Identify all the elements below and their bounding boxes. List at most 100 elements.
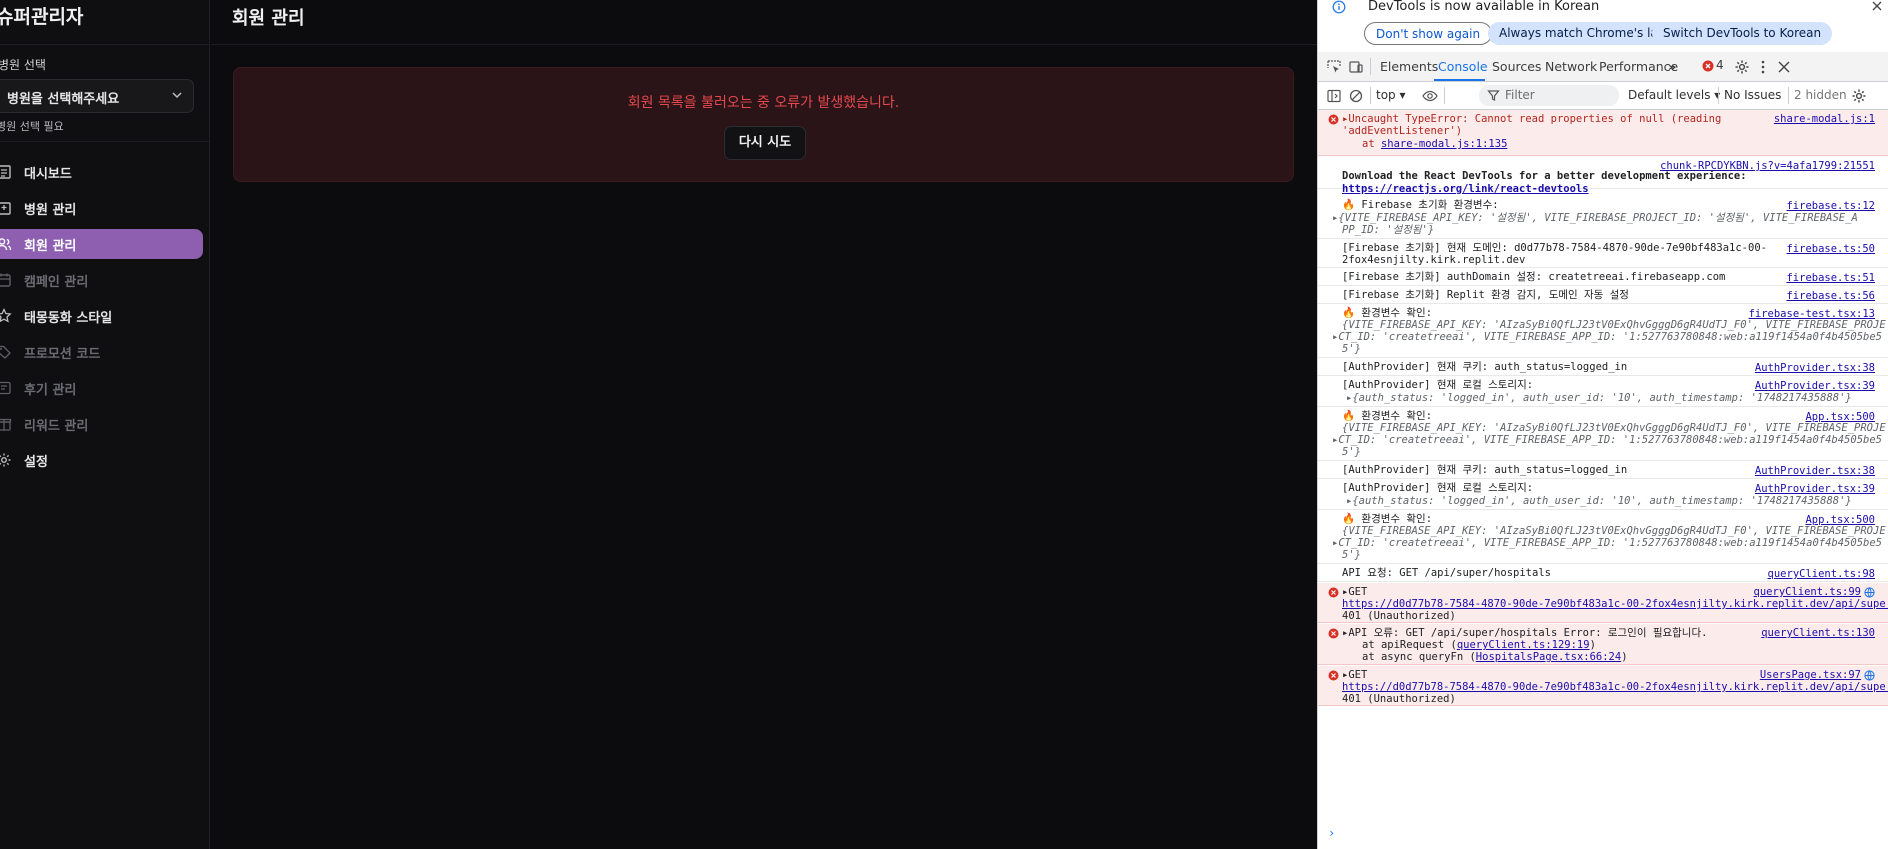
- console-error-message[interactable]: ▸GET https://d0d77b78-7584-4870-90de-7e9…: [1318, 583, 1888, 623]
- console-object: {VITE_FIREBASE_API_KEY: 'AIzaSyBi0QfLJ23…: [1342, 319, 1886, 331]
- source-link[interactable]: App.tsx:500: [1805, 514, 1875, 526]
- console-log-message: [Firebase 초기화] authDomain 설정: createtree…: [1318, 269, 1888, 286]
- page-title: 회원 관리: [232, 8, 305, 29]
- error-icon: [1328, 114, 1339, 125]
- console-text: Firebase 초기화 환경변수:: [1361, 199, 1499, 211]
- filter-input[interactable]: Filter: [1479, 85, 1619, 106]
- tab-sources[interactable]: Sources: [1492, 59, 1541, 74]
- console-object[interactable]: CT_ID: 'createtreeai', VITE_FIREBASE_APP…: [1338, 331, 1882, 343]
- request-url-link[interactable]: https://d0d77b78-7584-4870-90de-7e90bf48…: [1342, 598, 1888, 611]
- source-link[interactable]: firebase.ts:56: [1786, 290, 1875, 302]
- app-window: 슈퍼관리자 병원 선택 병원을 선택해주세요 병원 선택 필요 대시보드 병원 …: [0, 0, 1317, 849]
- console-settings-icon[interactable]: [1851, 88, 1867, 104]
- console-error-message[interactable]: ▸Uncaught TypeError: Cannot read propert…: [1318, 110, 1888, 156]
- request-url-link[interactable]: https://d0d77b78-7584-4870-90de-7e90bf48…: [1342, 681, 1888, 694]
- sidebar-item-dashboard[interactable]: 대시보드: [0, 157, 203, 187]
- issues-button[interactable]: No Issues: [1724, 88, 1781, 102]
- retry-button[interactable]: 다시 시도: [724, 126, 806, 160]
- clear-console-icon[interactable]: [1348, 88, 1364, 104]
- notice-text: DevTools is now available in Korean: [1368, 0, 1600, 14]
- source-link[interactable]: firebase.ts:50: [1786, 243, 1875, 255]
- error-count-badge[interactable]: 4: [1716, 58, 1724, 72]
- source-link[interactable]: App.tsx:500: [1805, 411, 1875, 423]
- inspect-icon[interactable]: [1326, 59, 1342, 75]
- network-icon[interactable]: [1864, 587, 1875, 598]
- sidebar-toggle-icon[interactable]: [1326, 88, 1342, 104]
- source-link[interactable]: AuthProvider.tsx:38: [1755, 362, 1875, 374]
- review-icon: [0, 381, 11, 395]
- device-toolbar-icon[interactable]: [1348, 59, 1364, 75]
- console-object: PP_ID: '설정됨'}: [1342, 224, 1435, 236]
- tab-elements[interactable]: Elements: [1380, 59, 1438, 74]
- tab-performance[interactable]: Performance: [1599, 59, 1678, 74]
- tab-network[interactable]: Network: [1545, 59, 1597, 74]
- hospital-select[interactable]: 병원을 선택해주세요: [0, 79, 194, 113]
- source-link[interactable]: AuthProvider.tsx:39: [1755, 380, 1875, 392]
- language-notice: DevTools is now available in Korean Don'…: [1318, 0, 1888, 50]
- source-link[interactable]: queryClient.ts:99: [1754, 586, 1861, 598]
- console-object[interactable]: {auth_status: 'logged_in', auth_user_id:…: [1352, 495, 1851, 507]
- console-object[interactable]: {auth_status: 'logged_in', auth_user_id:…: [1352, 392, 1851, 404]
- source-link[interactable]: AuthProvider.tsx:39: [1755, 483, 1875, 495]
- sidebar-item-promo-codes[interactable]: 프로모션 코드: [0, 337, 203, 367]
- network-icon[interactable]: [1864, 670, 1875, 681]
- error-icon: [1328, 587, 1339, 598]
- source-link[interactable]: firebase-test.tsx:13: [1749, 308, 1875, 320]
- console-error-message[interactable]: ▸API 오류: GET /api/super/hospitals Error:…: [1318, 624, 1888, 665]
- stack-link[interactable]: HospitalsPage.tsx:66:24: [1476, 651, 1621, 663]
- sidebar-item-settings[interactable]: 설정: [0, 445, 203, 475]
- console-log-message: 🔥 Firebase 초기화 환경변수: ▸{VITE_FIREBASE_API…: [1318, 197, 1888, 239]
- sidebar-item-label: 설정: [24, 454, 48, 470]
- log-levels-select[interactable]: Default levels ▾: [1628, 88, 1720, 102]
- error-icon: [1328, 670, 1339, 681]
- console-text: [Firebase 초기화] 현재 도메인: d0d77b78-7584-487…: [1342, 242, 1767, 254]
- console-text: [AuthProvider] 현재 쿠키: auth_status=logged…: [1342, 361, 1628, 373]
- stack-link[interactable]: share-modal.js:1:135: [1381, 138, 1507, 150]
- kebab-menu-icon[interactable]: [1755, 59, 1771, 75]
- sidebar-item-styles[interactable]: 태몽동화 스타일: [0, 301, 203, 331]
- switch-korean-button[interactable]: Switch DevTools to Korean: [1652, 22, 1833, 45]
- sidebar-item-label: 캠페인 관리: [24, 274, 89, 290]
- console-object[interactable]: CT_ID: 'createtreeai', VITE_FIREBASE_APP…: [1338, 537, 1882, 549]
- more-tabs-icon[interactable]: »: [1668, 59, 1676, 74]
- hospital-help-text: 병원 선택 필요: [0, 120, 64, 133]
- close-icon[interactable]: [1871, 0, 1883, 12]
- console-text: [AuthProvider] 현재 쿠키: auth_status=logged…: [1342, 464, 1628, 476]
- sidebar-item-reviews[interactable]: 후기 관리: [0, 373, 203, 403]
- sidebar-item-label: 후기 관리: [24, 382, 77, 398]
- react-devtools-link[interactable]: https://reactjs.org/link/react-devtools: [1342, 183, 1589, 196]
- sidebar-item-label: 대시보드: [24, 166, 72, 182]
- console-object[interactable]: CT_ID: 'createtreeai', VITE_FIREBASE_APP…: [1338, 434, 1882, 446]
- settings-icon[interactable]: [1734, 59, 1750, 75]
- source-link[interactable]: share-modal.js:1: [1774, 113, 1875, 125]
- source-link[interactable]: UsersPage.tsx:97: [1760, 669, 1861, 681]
- stack-link[interactable]: queryClient.ts:129:19: [1457, 639, 1590, 651]
- console-object[interactable]: {VITE_FIREBASE_API_KEY: '설정됨', VITE_FIRE…: [1338, 212, 1857, 224]
- toolbar-divider: [1718, 87, 1719, 104]
- source-link[interactable]: queryClient.ts:130: [1761, 627, 1875, 639]
- sidebar-nav: 대시보드 병원 관리 회원 관리 캠페인 관리 태몽동화 스타일 프로모션 코드: [0, 157, 210, 481]
- source-link[interactable]: queryClient.ts:98: [1768, 568, 1875, 580]
- dont-show-again-button[interactable]: Don't show again: [1364, 22, 1493, 45]
- console-object: 5'}: [1342, 446, 1361, 458]
- info-icon: [1332, 0, 1346, 14]
- sidebar-item-rewards[interactable]: 리워드 관리: [0, 409, 203, 439]
- sidebar-item-hospitals[interactable]: 병원 관리: [0, 193, 203, 223]
- close-devtools-icon[interactable]: [1776, 59, 1792, 75]
- console-error-message[interactable]: ▸GET https://d0d77b78-7584-4870-90de-7e9…: [1318, 666, 1888, 706]
- console-text: Uncaught TypeError: Cannot read properti…: [1348, 113, 1722, 125]
- eye-icon[interactable]: [1422, 88, 1438, 104]
- sidebar-item-members[interactable]: 회원 관리: [0, 229, 203, 259]
- context-select[interactable]: top ▾: [1376, 88, 1406, 102]
- users-icon: [0, 238, 12, 251]
- source-link[interactable]: firebase.ts:51: [1786, 272, 1875, 284]
- console-log-message: [Firebase 초기화] 현재 도메인: d0d77b78-7584-487…: [1318, 240, 1888, 268]
- console-prompt[interactable]: ›: [1328, 826, 1335, 840]
- source-link[interactable]: firebase.ts:12: [1786, 200, 1875, 212]
- source-link[interactable]: AuthProvider.tsx:38: [1755, 465, 1875, 477]
- hidden-count: 2 hidden: [1794, 88, 1847, 102]
- sidebar-divider: [0, 44, 210, 45]
- tab-console[interactable]: Console: [1438, 59, 1488, 74]
- console-text: 환경변수 확인:: [1361, 307, 1433, 319]
- sidebar-item-campaigns[interactable]: 캠페인 관리: [0, 265, 203, 295]
